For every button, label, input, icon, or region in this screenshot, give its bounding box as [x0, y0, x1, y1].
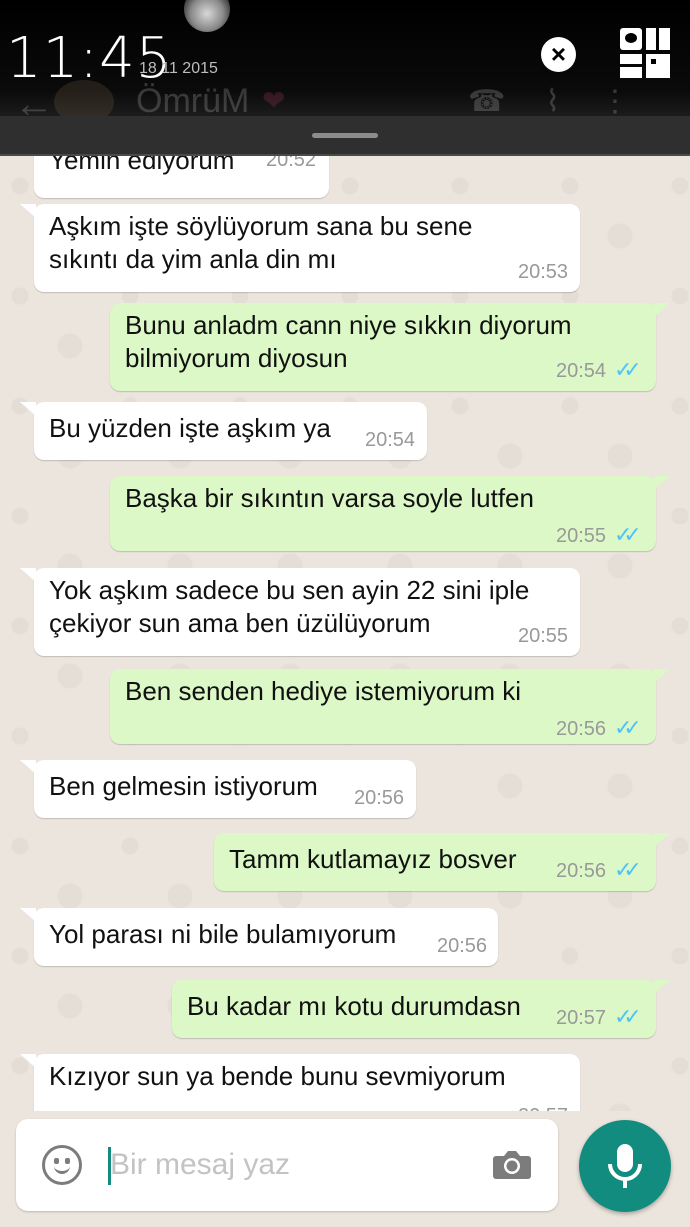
message-time: 20:57 [556, 1007, 607, 1029]
message-text: Bu kadar mı kotu durumdasn [187, 990, 521, 1023]
message-time: 20:52 [266, 156, 317, 171]
chat-messages-area[interactable]: Yemin ediyorum 20:52 Aşkım işte söylüyorum… [0, 156, 690, 1111]
mic-icon [608, 1144, 642, 1188]
message-text-line: Tamm kutlamayız bosver [229, 844, 517, 874]
message-time: 20:56 [354, 787, 405, 809]
message-text-line: Bu kadar mı kotu durumdasn [187, 991, 521, 1021]
message-text-line: Yol parası ni bile bulamıyorum [49, 919, 397, 949]
notification-shade: ← ÖmrüM ❤ ☎⌇⋮ 11:45 18 11 2015 × [0, 0, 690, 156]
message-text-line: Bu yüzden işte aşkım ya [49, 413, 331, 443]
outgoing-message[interactable]: Ben senden hediye istemiyorum ki 20:56 ✓✓ [110, 669, 670, 744]
camera-cutout [184, 0, 230, 32]
incoming-message[interactable]: Aşkım işte söylüyorum sana bu sene sıkınt… [20, 204, 580, 292]
mic-button[interactable] [579, 1120, 671, 1212]
status-clock: 11:45 [6, 26, 173, 91]
contact-name-emoji: ❤ [262, 85, 286, 116]
outgoing-message[interactable]: Bunu anladm cann niye sıkkın diyorum bilm… [110, 303, 670, 391]
message-input[interactable] [110, 1141, 470, 1189]
message-text: Ben senden hediye istemiyorum ki [125, 675, 521, 708]
close-icon[interactable]: × [541, 37, 576, 72]
message-text-line: Kızıyor sun ya bende bunu sevmiyorum [49, 1061, 506, 1091]
message-text: Ben gelmesin istiyorum [49, 770, 318, 803]
message-text: Yol parası ni bile bulamıyorum [49, 918, 396, 951]
message-text: Kızıyor sun ya bende bunu sevmiyorum [49, 1060, 506, 1093]
header-action-icons[interactable]: ☎⌇⋮ [468, 84, 670, 119]
message-text: Yok aşkım sadece bu sen ayin 22 sini ipl… [49, 574, 529, 640]
message-time: 20:56 [437, 935, 488, 957]
message-time: 20:54 [556, 360, 607, 382]
message-text: Aşkım işte söylüyorum sana bu sene sıkınt… [49, 210, 472, 276]
message-text-line: çekiyor sun ama ben üzülüyorum [49, 608, 431, 638]
incoming-message[interactable]: Yemin ediyorum 20:52 [34, 156, 329, 198]
message-text: Tamm kutlamayız bosver [229, 843, 517, 876]
double-check-icon: ✓✓ [614, 857, 642, 882]
message-time: 20:55 [556, 525, 607, 547]
message-time: 20:54 [365, 429, 416, 451]
message-text-line: Ben senden hediye istemiyorum ki [125, 676, 521, 706]
outgoing-message[interactable]: Tamm kutlamayız bosver 20:56 ✓✓ [214, 833, 670, 891]
incoming-message[interactable]: Yol parası ni bile bulamıyorum 20:56 [20, 908, 498, 966]
message-text-line: Yemin ediyorum [49, 156, 235, 175]
message-composer [16, 1119, 558, 1211]
message-text-line: bilmiyorum diyosun [125, 343, 348, 373]
message-time: 20:56 [556, 718, 607, 740]
message-time: 20:55 [518, 625, 569, 647]
message-text: Bunu anladm cann niye sıkkın diyorum bilm… [125, 309, 572, 375]
message-text-line: sıkıntı da yim anla din mı [49, 244, 337, 274]
message-text: Başka bir sıkıntın varsa soyle lutfen [125, 482, 534, 515]
double-check-icon: ✓✓ [614, 522, 642, 547]
message-text-line: Başka bir sıkıntın varsa soyle lutfen [125, 483, 534, 513]
message-text: Bu yüzden işte aşkım ya [49, 412, 331, 445]
message-time: 20:57 [518, 1100, 568, 1111]
double-check-icon: ✓✓ [614, 1004, 642, 1029]
message-text-line: Aşkım işte söylüyorum sana bu sene [49, 211, 473, 241]
outgoing-message[interactable]: Bu kadar mı kotu durumdasn 20:57 ✓✓ [172, 980, 670, 1038]
outgoing-message[interactable]: Başka bir sıkıntın varsa soyle lutfen 20:… [110, 476, 670, 551]
incoming-message[interactable]: Yok aşkım sadece bu sen ayin 22 sini ipl… [20, 568, 580, 656]
shade-drag-handle[interactable] [312, 133, 378, 138]
grid-icon[interactable] [620, 28, 670, 78]
incoming-message[interactable]: Bu yüzden işte aşkım ya 20:54 [20, 402, 427, 460]
double-check-icon: ✓✓ [614, 715, 642, 740]
message-text-line: Ben gelmesin istiyorum [49, 771, 318, 801]
incoming-message[interactable]: Kızıyor sun ya bende bunu sevmiyorum 20:5… [20, 1054, 580, 1111]
status-date: 18 11 2015 [139, 60, 218, 77]
camera-icon[interactable] [492, 1150, 532, 1180]
message-text-line: Bunu anladm cann niye sıkkın diyorum [125, 310, 572, 340]
message-time: 20:53 [518, 261, 569, 283]
message-text-line: Yok aşkım sadece bu sen ayin 22 sini ipl… [49, 575, 530, 605]
message-text: Yemin ediyorum [49, 156, 234, 177]
double-check-icon: ✓✓ [614, 357, 642, 382]
emoji-icon[interactable] [42, 1145, 82, 1185]
message-time: 20:56 [556, 860, 607, 882]
incoming-message[interactable]: Ben gelmesin istiyorum 20:56 [20, 760, 416, 818]
